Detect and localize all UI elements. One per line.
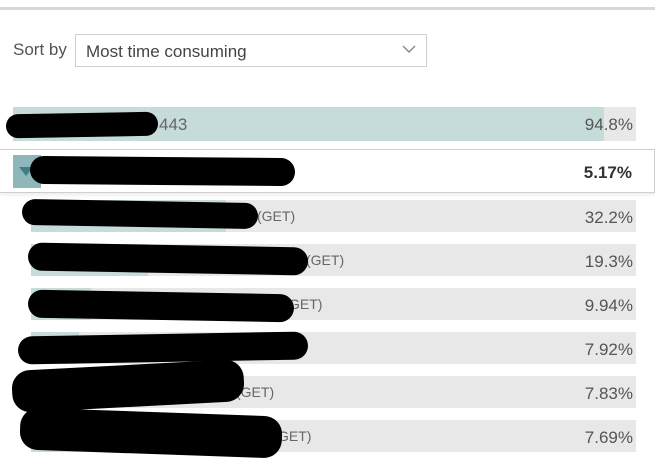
endpoint-name: (GET) — [306, 252, 345, 268]
redaction-mark — [5, 111, 159, 139]
time-percent: 19.3% — [584, 252, 633, 271]
time-percent: 7.69% — [584, 428, 633, 447]
redaction-mark — [29, 155, 296, 187]
redaction-mark — [17, 331, 309, 365]
time-percent: 7.92% — [584, 340, 633, 359]
endpoint-name: (GET) — [257, 208, 296, 224]
chevron-down-icon — [402, 45, 416, 53]
endpoint-name: GET) — [289, 296, 323, 312]
request-time-breakdown-panel: Sort by Most time consuming 443 94.8% 5.… — [0, 0, 655, 461]
time-percent: 32.2% — [584, 208, 633, 227]
sort-selected-value: Most time consuming — [86, 42, 247, 61]
top-divider — [0, 7, 655, 10]
endpoint-name: 443 — [159, 115, 188, 134]
endpoint-name: GET) — [278, 428, 312, 444]
redaction-mark — [21, 198, 259, 230]
time-percent: 9.94% — [584, 296, 633, 315]
sort-dropdown[interactable]: Most time consuming — [75, 34, 427, 67]
sort-label: Sort by — [13, 40, 67, 59]
time-percent: 94.8% — [584, 115, 633, 134]
redaction-mark — [27, 242, 309, 276]
redaction-mark — [27, 289, 295, 323]
time-percent: 7.83% — [584, 384, 633, 403]
time-percent: 5.17% — [583, 163, 632, 182]
